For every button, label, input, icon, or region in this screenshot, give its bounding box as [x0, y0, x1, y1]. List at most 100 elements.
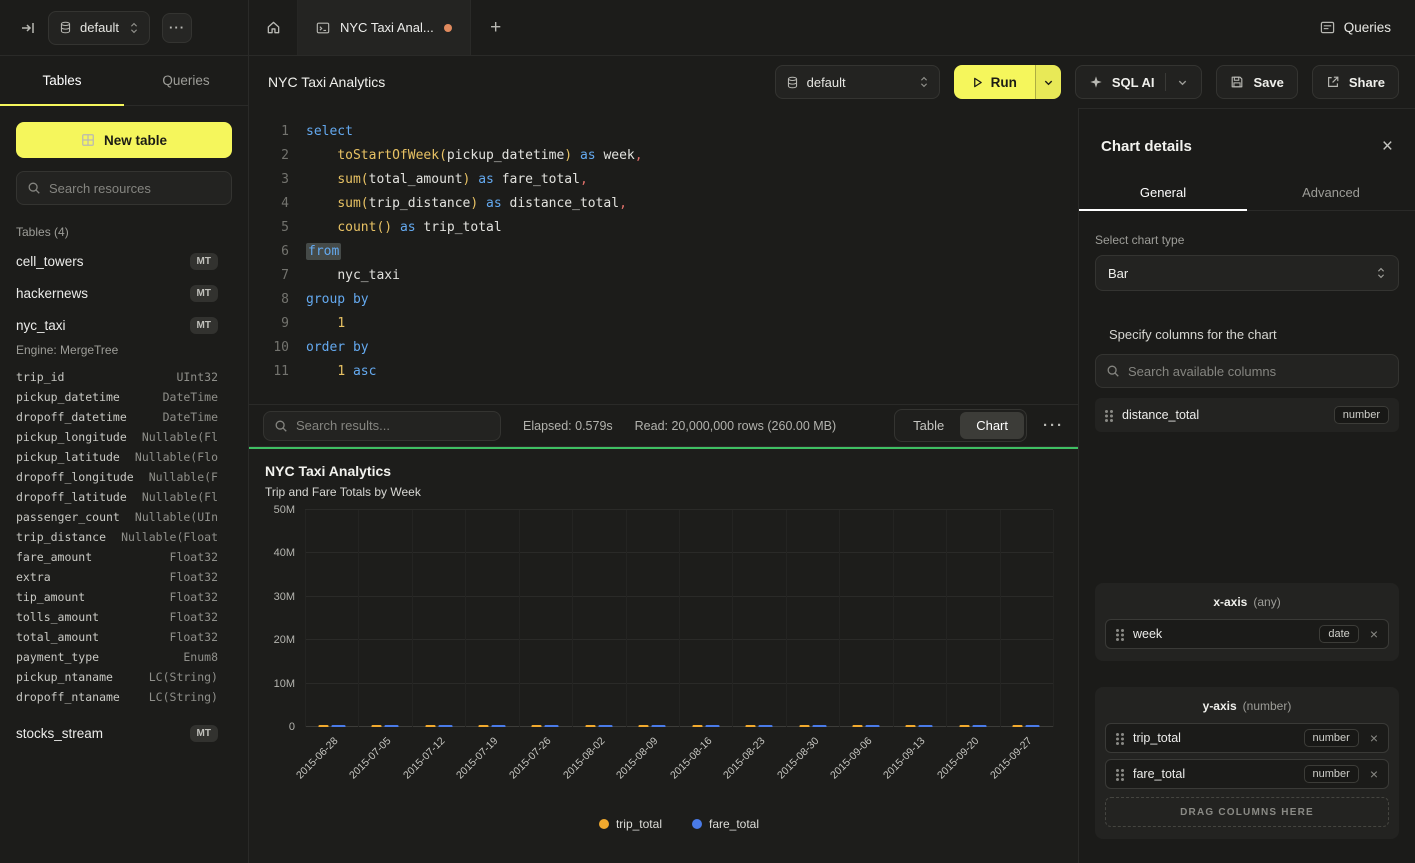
- code-line[interactable]: sum(total_amount) as fare_total,: [306, 168, 643, 192]
- save-button[interactable]: Save: [1216, 65, 1297, 99]
- trip_total-bar: [532, 725, 542, 727]
- bar-group[interactable]: [318, 725, 345, 727]
- drag-handle-icon[interactable]: [1116, 768, 1124, 781]
- query-database-selector[interactable]: default: [775, 65, 940, 99]
- bar-group[interactable]: [425, 725, 452, 727]
- code-line[interactable]: select: [306, 120, 643, 144]
- bar-group[interactable]: [585, 725, 612, 727]
- y-axis-item[interactable]: trip_totalnumber×: [1105, 723, 1389, 753]
- code-line[interactable]: nyc_taxi: [306, 264, 643, 288]
- code-line[interactable]: count() as trip_total: [306, 216, 643, 240]
- run-options-button[interactable]: [1035, 65, 1061, 99]
- bar-group[interactable]: [479, 725, 506, 727]
- code-line[interactable]: 1: [306, 312, 643, 336]
- type-badge: number: [1304, 729, 1359, 747]
- sql-ai-button[interactable]: SQL AI: [1075, 65, 1203, 99]
- fare_total-bar: [759, 725, 773, 727]
- table-item[interactable]: hackernewsMT: [16, 277, 232, 309]
- drag-handle-icon[interactable]: [1105, 409, 1113, 422]
- legend-item-fare_total[interactable]: fare_total: [692, 817, 759, 831]
- bar-group[interactable]: [853, 725, 880, 727]
- view-chart-button[interactable]: Chart: [960, 412, 1024, 439]
- table-item[interactable]: cell_towersMT: [16, 245, 232, 277]
- new-tab-button[interactable]: +: [471, 0, 521, 55]
- database-name: default: [80, 20, 119, 35]
- search-icon: [27, 181, 41, 195]
- x-axis-header: x-axis (any): [1105, 595, 1389, 609]
- table-item[interactable]: stocks_stream MT: [16, 717, 232, 749]
- bar-group[interactable]: [532, 725, 559, 727]
- query-tab[interactable]: NYC Taxi Anal...: [298, 0, 471, 55]
- available-column-item[interactable]: distance_totalnumber: [1095, 398, 1399, 432]
- chart-type-label: Select chart type: [1095, 233, 1399, 247]
- column-type: Nullable(Flo: [135, 450, 218, 464]
- bar-group[interactable]: [906, 725, 933, 727]
- column-name: trip_distance: [16, 530, 106, 544]
- column-search-input[interactable]: [1128, 364, 1388, 379]
- chart-type-select[interactable]: Bar: [1095, 255, 1399, 291]
- drag-handle-icon[interactable]: [1116, 732, 1124, 745]
- chevron-down-icon[interactable]: [1177, 77, 1188, 88]
- chart-plot[interactable]: 010M20M30M40M50M2015-06-282015-07-052015…: [305, 510, 1053, 727]
- tab-advanced[interactable]: Advanced: [1247, 174, 1415, 210]
- resource-search-input[interactable]: [49, 181, 221, 196]
- remove-column-icon[interactable]: ×: [1370, 627, 1378, 641]
- code-line[interactable]: group by: [306, 288, 643, 312]
- sidebar-tab-queries[interactable]: Queries: [124, 56, 248, 105]
- bar-group[interactable]: [746, 725, 773, 727]
- column-name: dropoff_datetime: [16, 410, 127, 424]
- bar-group[interactable]: [692, 725, 719, 727]
- x-axis-item[interactable]: weekdate×: [1105, 619, 1389, 649]
- trip_total-bar: [318, 725, 328, 727]
- bar-group[interactable]: [799, 725, 826, 727]
- share-button[interactable]: Share: [1312, 65, 1399, 99]
- line-number: 6: [263, 240, 289, 264]
- home-tab[interactable]: [249, 0, 298, 55]
- y-axis-item[interactable]: fare_totalnumber×: [1105, 759, 1389, 789]
- drop-zone[interactable]: DRAG COLUMNS HERE: [1105, 797, 1389, 827]
- home-icon: [266, 20, 281, 35]
- column-name: tolls_amount: [16, 610, 99, 624]
- code-line[interactable]: order by: [306, 336, 643, 360]
- more-options-button[interactable]: ···: [162, 13, 192, 43]
- bar-group[interactable]: [959, 725, 986, 727]
- fare_total-bar: [812, 725, 826, 727]
- code-line[interactable]: from: [306, 240, 643, 264]
- code-line[interactable]: 1 asc: [306, 360, 643, 384]
- panel-title: Chart details: [1101, 138, 1192, 155]
- remove-column-icon[interactable]: ×: [1370, 731, 1378, 745]
- chart-details-panel: Chart details × General Advanced Select …: [1078, 108, 1415, 863]
- run-button[interactable]: Run: [954, 65, 1035, 99]
- legend-item-trip_total[interactable]: trip_total: [599, 817, 662, 831]
- editor-code[interactable]: select toStartOfWeek(pickup_datetime) as…: [306, 120, 643, 384]
- y-axis-tick: 0: [289, 721, 295, 733]
- remove-column-icon[interactable]: ×: [1370, 767, 1378, 781]
- column-type: DateTime: [163, 410, 218, 424]
- sidebar-tab-tables[interactable]: Tables: [0, 56, 124, 105]
- view-table-button[interactable]: Table: [897, 412, 960, 439]
- code-line[interactable]: sum(trip_distance) as distance_total,: [306, 192, 643, 216]
- collapse-sidebar-icon[interactable]: [20, 20, 36, 36]
- queries-button[interactable]: Queries: [1320, 20, 1391, 35]
- close-icon[interactable]: ×: [1382, 137, 1393, 156]
- line-number: 9: [263, 312, 289, 336]
- tab-general[interactable]: General: [1079, 174, 1247, 210]
- results-more-icon[interactable]: ···: [1043, 417, 1064, 434]
- table-item[interactable]: nyc_taxiMT: [16, 309, 232, 341]
- sql-editor[interactable]: 1234567891011 select toStartOfWeek(picku…: [249, 108, 1078, 404]
- drag-handle-icon[interactable]: [1116, 628, 1124, 641]
- bar-group[interactable]: [1013, 725, 1040, 727]
- trip_total-bar: [1013, 725, 1023, 727]
- database-selector[interactable]: default: [48, 11, 150, 45]
- results-search-input[interactable]: [296, 418, 490, 433]
- table-engine-badge: MT: [190, 725, 218, 742]
- run-label: Run: [991, 75, 1017, 90]
- resource-search: [16, 171, 232, 205]
- code-line[interactable]: toStartOfWeek(pickup_datetime) as week,: [306, 144, 643, 168]
- axis-area: x-axis (any) weekdate× y-axis (number) t…: [1095, 583, 1399, 839]
- bar-group[interactable]: [639, 725, 666, 727]
- column-name: dropoff_longitude: [16, 470, 134, 484]
- bar-group[interactable]: [372, 725, 399, 727]
- table-name: stocks_stream: [16, 726, 103, 741]
- new-table-button[interactable]: New table: [16, 122, 232, 158]
